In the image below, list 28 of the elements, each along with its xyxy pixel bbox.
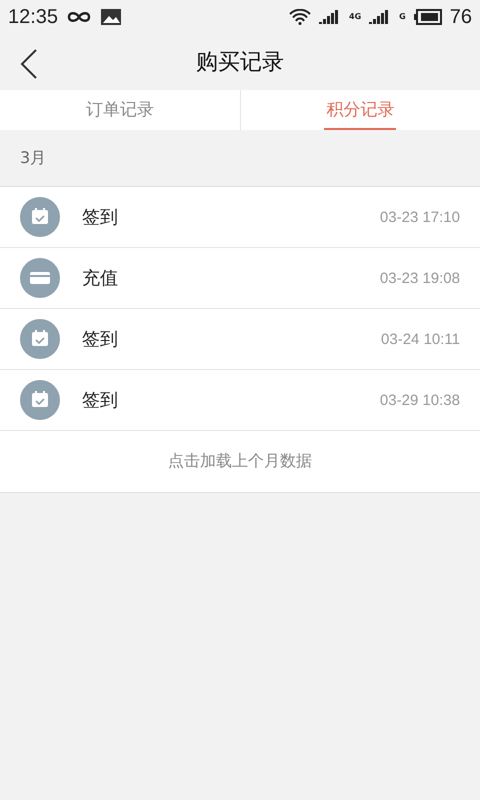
- calendar-check-icon: [20, 380, 60, 420]
- calendar-check-icon: [20, 197, 60, 237]
- network-label: 4G: [349, 13, 362, 21]
- month-heading: 3月: [20, 148, 46, 168]
- infinity-icon: [66, 10, 92, 24]
- card-icon: [20, 258, 60, 298]
- record-title: 签到: [82, 389, 119, 412]
- battery-icon: [414, 9, 442, 25]
- record-time: 03-23 17:10: [380, 208, 460, 226]
- network-label: G: [399, 13, 406, 21]
- record-time: 03-29 10:38: [380, 392, 460, 408]
- record-title: 签到: [82, 328, 119, 351]
- status-time: 12:35: [8, 6, 58, 28]
- record-row[interactable]: 签到 03-29 10:38: [0, 370, 480, 431]
- record-row[interactable]: 签到 03-24 10:11: [0, 309, 480, 370]
- record-title: 充值: [82, 267, 119, 290]
- load-more-button[interactable]: 点击加载上个月数据: [0, 431, 480, 493]
- record-title: 签到: [82, 206, 119, 229]
- page-title: 购买记录: [196, 49, 284, 77]
- image-icon: [100, 8, 122, 26]
- tab[interactable]: 订单记录: [84, 90, 156, 130]
- record-row[interactable]: 充值 03-23 19:08: [0, 248, 480, 309]
- record-time: 03-23 19:08: [380, 270, 460, 286]
- record-time: 03-24 10:11: [381, 330, 460, 348]
- battery-level: 76: [450, 6, 472, 28]
- wifi-icon: [289, 9, 312, 25]
- calendar-check-icon: [20, 319, 60, 359]
- record-row[interactable]: 签到 03-23 17:10: [0, 187, 480, 248]
